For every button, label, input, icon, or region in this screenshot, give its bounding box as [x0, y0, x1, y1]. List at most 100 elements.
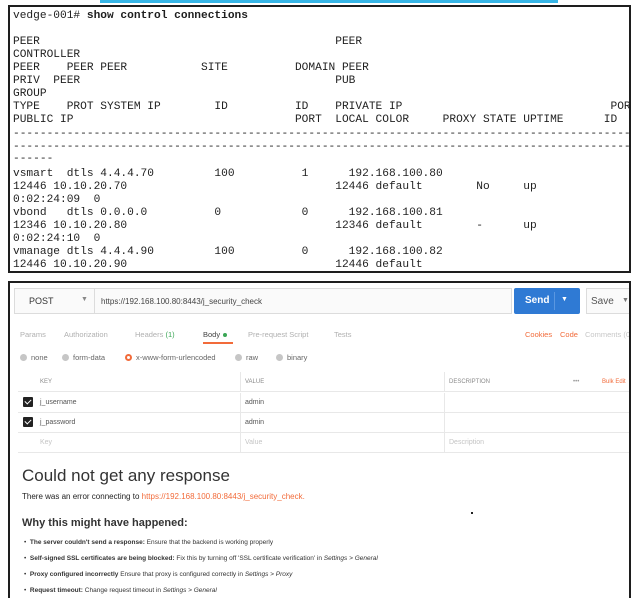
key-input[interactable]: Key	[40, 439, 52, 446]
send-divider	[554, 292, 555, 310]
body-type-selector: none form-data x-www-form-urlencoded raw…	[10, 350, 629, 366]
column-divider	[240, 413, 241, 432]
reason-item: • Self-signed SSL certificates are being…	[24, 555, 378, 562]
param-value[interactable]: admin	[245, 399, 264, 406]
terminal-line: vmanage dtls 4.4.4.90 100 0 192.168.100.…	[13, 246, 443, 258]
url-input[interactable]: https://192.168.100.80:8443/j_security_c…	[95, 288, 512, 314]
save-label: Save	[591, 296, 614, 307]
radio-urlencoded-label: x-www-form-urlencoded	[136, 353, 216, 362]
request-tabs: Params Authorization Headers (1) Body Pr…	[10, 327, 629, 345]
reason-settings-path: Settings > Proxy	[244, 571, 293, 578]
tab-params[interactable]: Params	[20, 330, 46, 339]
error-message: There was an error connecting to https:/…	[22, 492, 305, 501]
chevron-down-icon[interactable]: ▼	[622, 297, 629, 304]
table-row: j_password admin	[18, 413, 629, 433]
body-active-dot-icon	[223, 333, 228, 338]
param-key[interactable]: j_username	[40, 399, 77, 406]
tab-headers[interactable]: Headers (1)	[135, 330, 175, 339]
column-divider	[240, 372, 241, 391]
reason-item: • Proxy configured incorrectly Ensure th…	[24, 571, 293, 578]
radio-circle-icon	[235, 354, 242, 361]
comments-link[interactable]: Comments (0)	[585, 330, 629, 339]
url-text: https://192.168.100.80:8443/j_security_c…	[101, 297, 262, 306]
reason-title: Proxy configured incorrectly	[29, 571, 119, 578]
row-checkbox[interactable]	[23, 417, 33, 427]
radio-none-label: none	[31, 353, 48, 362]
terminal-window: vedge-001# show control connections PEER…	[8, 5, 631, 273]
column-divider	[240, 393, 241, 412]
method-select[interactable]: POST ▼	[14, 288, 95, 314]
terminal-divider: ------	[13, 153, 54, 165]
terminal-line: 12446 10.10.20.90 12446 default	[13, 259, 423, 271]
radio-selected-icon	[125, 354, 132, 361]
column-divider	[444, 433, 445, 452]
radio-urlencoded[interactable]: x-www-form-urlencoded	[125, 353, 216, 362]
cursor-dot	[471, 512, 473, 514]
request-bar: POST ▼ https://192.168.100.80:8443/j_sec…	[10, 283, 629, 320]
cookies-link[interactable]: Cookies	[525, 330, 552, 339]
radio-raw[interactable]: raw	[235, 353, 258, 362]
terminal-line: GROUP	[13, 88, 47, 100]
terminal-divider: ----------------------------------------…	[13, 128, 631, 140]
terminal-line: TYPE PROT SYSTEM IP ID ID PRIVATE IP POR…	[13, 101, 631, 113]
top-accent-bar	[100, 0, 558, 3]
error-url-link[interactable]: https://192.168.100.80:8443/j_security_c…	[142, 492, 305, 501]
radio-form-data-label: form-data	[73, 353, 106, 362]
terminal-line: 12346 10.10.20.80 12346 default - up	[13, 220, 537, 232]
column-header-description: DESCRIPTION	[449, 379, 491, 385]
column-header-value: VALUE	[245, 379, 265, 385]
radio-binary[interactable]: binary	[276, 353, 307, 362]
terminal-line: 0:02:24:10 0	[13, 233, 101, 245]
terminal-command-line: vedge-001# show control connections	[13, 10, 248, 23]
terminal-line: PEER PEER PEER SITE DOMAIN PEER	[13, 62, 369, 74]
tab-authorization[interactable]: Authorization	[64, 330, 108, 339]
send-button[interactable]: Send ▼	[514, 288, 580, 314]
postman-panel: POST ▼ https://192.168.100.80:8443/j_sec…	[8, 281, 631, 598]
why-heading: Why this might have happened:	[22, 517, 188, 529]
terminal-line: 0:02:24:09 0	[13, 194, 101, 206]
reason-title: Request timeout:	[29, 587, 83, 594]
method-label: POST	[29, 296, 54, 306]
tab-tests[interactable]: Tests	[334, 330, 352, 339]
reason-item: • Request timeout: Change request timeou…	[24, 587, 217, 594]
terminal-divider: ----------------------------------------…	[13, 141, 631, 153]
terminal-line: PRIV PEER PUB	[13, 75, 356, 87]
terminal-prompt: vedge-001#	[13, 10, 87, 22]
value-input[interactable]: Value	[245, 439, 262, 446]
row-checkbox[interactable]	[23, 397, 33, 407]
column-divider	[444, 413, 445, 432]
more-options-icon[interactable]: •••	[573, 379, 579, 385]
param-value[interactable]: admin	[245, 419, 264, 426]
chevron-down-icon[interactable]: ▼	[561, 296, 568, 303]
terminal-line: 12446 10.10.20.70 12446 default No up	[13, 181, 537, 193]
send-label: Send	[525, 295, 550, 306]
active-tab-underline	[203, 342, 233, 344]
tab-body[interactable]: Body	[203, 330, 228, 339]
tab-body-label: Body	[203, 330, 221, 339]
column-divider	[444, 372, 445, 391]
tab-prerequest-script[interactable]: Pre-request Script	[248, 330, 308, 339]
reason-text: Ensure that proxy is configured correctl…	[118, 571, 245, 578]
bulk-edit-link[interactable]: Bulk Edit	[602, 379, 626, 385]
radio-binary-label: binary	[287, 353, 308, 362]
radio-raw-label: raw	[246, 353, 259, 362]
table-header-row: KEY VALUE DESCRIPTION ••• Bulk Edit	[18, 372, 629, 392]
reason-title: The server couldn't send a response:	[29, 539, 145, 546]
headers-count-badge: (1)	[165, 330, 175, 339]
param-key[interactable]: j_password	[40, 419, 75, 426]
terminal-line: CONTROLLER	[13, 49, 81, 61]
description-input[interactable]: Description	[449, 439, 484, 446]
reason-text: Fix this by turning off 'SSL certificate…	[174, 555, 324, 562]
save-button[interactable]: Save ▼	[586, 288, 629, 314]
radio-circle-icon	[62, 354, 69, 361]
error-title: Could not get any response	[22, 466, 230, 485]
radio-form-data[interactable]: form-data	[62, 353, 105, 362]
terminal-command: show control connections	[86, 10, 248, 22]
radio-none[interactable]: none	[20, 353, 48, 362]
column-divider	[444, 393, 445, 412]
reason-text: Ensure that the backend is working prope…	[144, 539, 274, 546]
terminal-line: vsmart dtls 4.4.4.70 100 1 192.168.100.8…	[13, 168, 443, 180]
code-link[interactable]: Code	[560, 330, 578, 339]
reason-item: • The server couldn't send a response: E…	[24, 539, 274, 546]
radio-circle-icon	[20, 354, 27, 361]
